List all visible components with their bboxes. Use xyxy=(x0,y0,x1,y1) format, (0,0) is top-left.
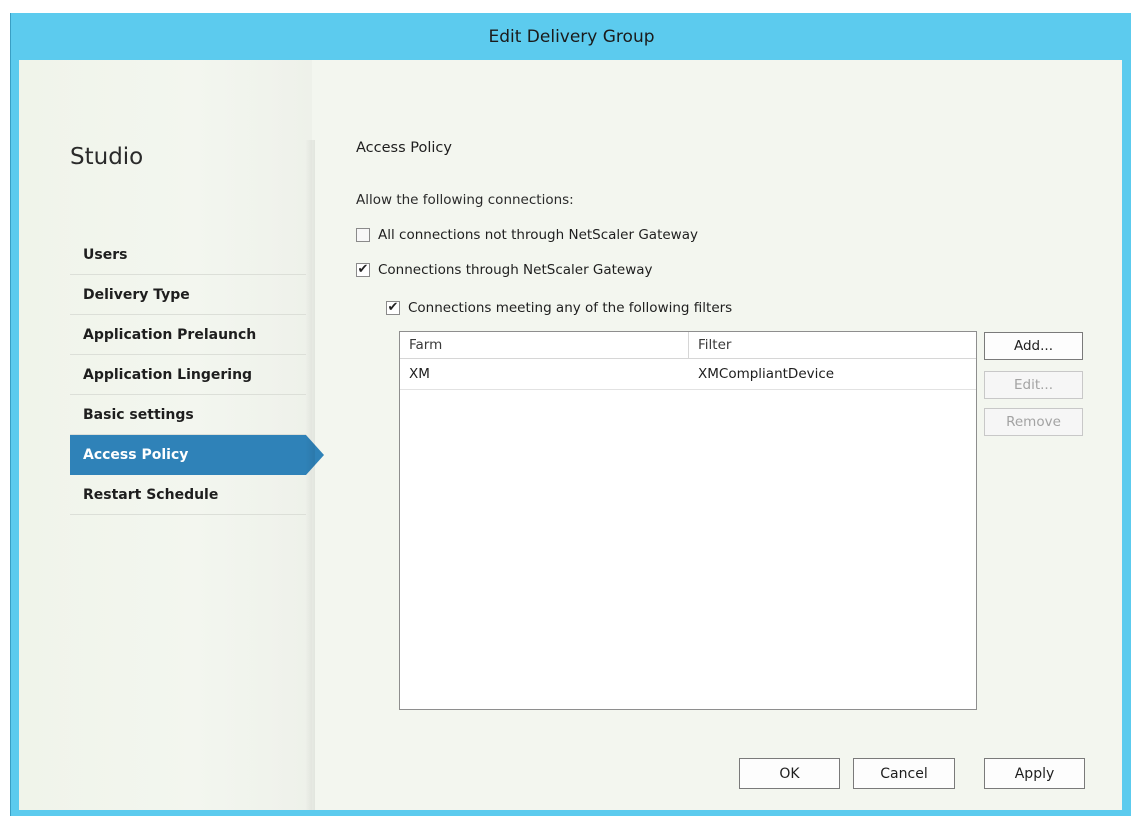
non-gateway-checkbox[interactable] xyxy=(356,228,370,242)
gateway-label: Connections through NetScaler Gateway xyxy=(378,262,653,278)
table-row[interactable]: XM XMCompliantDevice xyxy=(400,359,976,390)
sidebar-item-delivery-type[interactable]: Delivery Type xyxy=(70,275,306,315)
check-icon: ✔ xyxy=(357,262,369,277)
add-button[interactable]: Add... xyxy=(984,332,1083,360)
dialog-client-area: Studio Users Delivery Type Application P… xyxy=(19,60,1122,810)
edit-button[interactable]: Edit... xyxy=(984,371,1083,399)
edit-delivery-group-window: Edit Delivery Group Studio Users Deliver… xyxy=(10,13,1131,816)
filters-label: Connections meeting any of the following… xyxy=(408,300,733,316)
table-header: Farm Filter xyxy=(400,332,976,359)
connections-intro-label: Allow the following connections: xyxy=(356,192,574,208)
sidebar-divider xyxy=(305,140,315,810)
remove-button[interactable]: Remove xyxy=(984,408,1083,436)
sidebar-item-restart-schedule[interactable]: Restart Schedule xyxy=(70,475,306,515)
check-icon: ✔ xyxy=(387,300,399,315)
studio-brand: Studio xyxy=(70,144,144,170)
sidebar-item-application-prelaunch[interactable]: Application Prelaunch xyxy=(70,315,306,355)
window-title: Edit Delivery Group xyxy=(488,26,655,47)
filters-checkbox[interactable]: ✔ xyxy=(386,301,400,315)
page-title: Access Policy xyxy=(356,140,452,156)
ok-button[interactable]: OK xyxy=(739,758,840,789)
column-header-filter[interactable]: Filter xyxy=(689,332,976,358)
sidebar-nav: Users Delivery Type Application Prelaunc… xyxy=(70,235,324,515)
option-gateway-row[interactable]: ✔ Connections through NetScaler Gateway xyxy=(356,262,653,278)
cancel-button[interactable]: Cancel xyxy=(853,758,955,789)
access-policy-panel: Access Policy Allow the following connec… xyxy=(356,60,1116,810)
sidebar-item-access-policy[interactable]: Access Policy xyxy=(70,435,324,475)
cell-filter: XMCompliantDevice xyxy=(698,366,835,382)
sidebar-item-users[interactable]: Users xyxy=(70,235,306,275)
sidebar-item-application-lingering[interactable]: Application Lingering xyxy=(70,355,306,395)
option-filters-row[interactable]: ✔ Connections meeting any of the followi… xyxy=(386,300,732,316)
sidebar-item-basic-settings[interactable]: Basic settings xyxy=(70,395,306,435)
window-title-bar[interactable]: Edit Delivery Group xyxy=(11,13,1131,60)
cell-farm: XM xyxy=(409,366,430,382)
non-gateway-label: All connections not through NetScaler Ga… xyxy=(378,227,698,243)
column-header-farm[interactable]: Farm xyxy=(400,332,689,358)
option-non-gateway-row[interactable]: All connections not through NetScaler Ga… xyxy=(356,227,698,243)
apply-button[interactable]: Apply xyxy=(984,758,1085,789)
gateway-checkbox[interactable]: ✔ xyxy=(356,263,370,277)
filters-table[interactable]: Farm Filter XM XMCompliantDevice xyxy=(399,331,977,710)
wizard-sidebar: Studio Users Delivery Type Application P… xyxy=(19,60,324,810)
